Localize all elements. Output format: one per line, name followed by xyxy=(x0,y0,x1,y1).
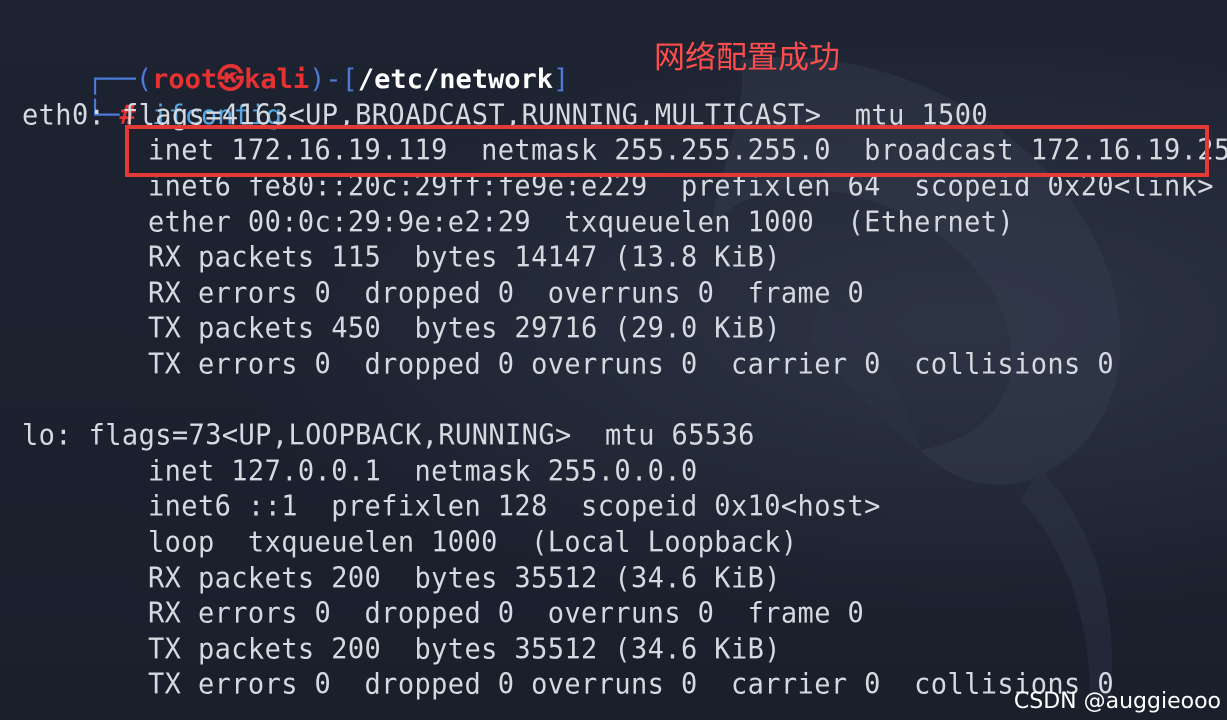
lo-inet6: inet6 ::1 prefixlen 128 scopeid 0x10<hos… xyxy=(148,490,881,523)
prompt-path: /etc/network xyxy=(357,64,553,95)
eth0-tx-errors: TX errors 0 dropped 0 overruns 0 carrier… xyxy=(148,348,1115,381)
prompt-close-bracket: ] xyxy=(553,64,570,95)
lo-loop: loop txqueuelen 1000 (Local Loopback) xyxy=(148,526,798,559)
lo-inet: inet 127.0.0.1 netmask 255.0.0.0 xyxy=(148,455,698,488)
watermark: CSDN @auggieooo xyxy=(1013,689,1221,714)
lo-tx-packets: TX packets 200 bytes 35512 (34.6 KiB) xyxy=(148,633,781,666)
eth0-tx-packets: TX packets 450 bytes 29716 (29.0 KiB) xyxy=(148,312,781,345)
eth0-rx-packets: RX packets 115 bytes 14147 (13.8 KiB) xyxy=(148,241,781,274)
lo-rx-packets: RX packets 200 bytes 35512 (34.6 KiB) xyxy=(148,562,781,595)
lo-tx-errors: TX errors 0 dropped 0 overruns 0 carrier… xyxy=(148,668,1115,701)
terminal-window[interactable]: ┌──(root㉿kali)-[/etc/network] └─# ifconf… xyxy=(0,0,1227,720)
lo-rx-errors: RX errors 0 dropped 0 overruns 0 frame 0 xyxy=(148,597,865,630)
annotation-label: 网络配置成功 xyxy=(654,40,840,76)
eth0-rx-errors: RX errors 0 dropped 0 overruns 0 frame 0 xyxy=(148,277,865,310)
lo-header: lo: flags=73<UP,LOOPBACK,RUNNING> mtu 65… xyxy=(22,419,755,452)
prompt-mid: )-[ xyxy=(309,64,358,95)
eth0-ether: ether 00:0c:29:9e:e2:29 txqueuelen 1000 … xyxy=(148,206,1015,239)
highlight-box xyxy=(125,125,1209,177)
